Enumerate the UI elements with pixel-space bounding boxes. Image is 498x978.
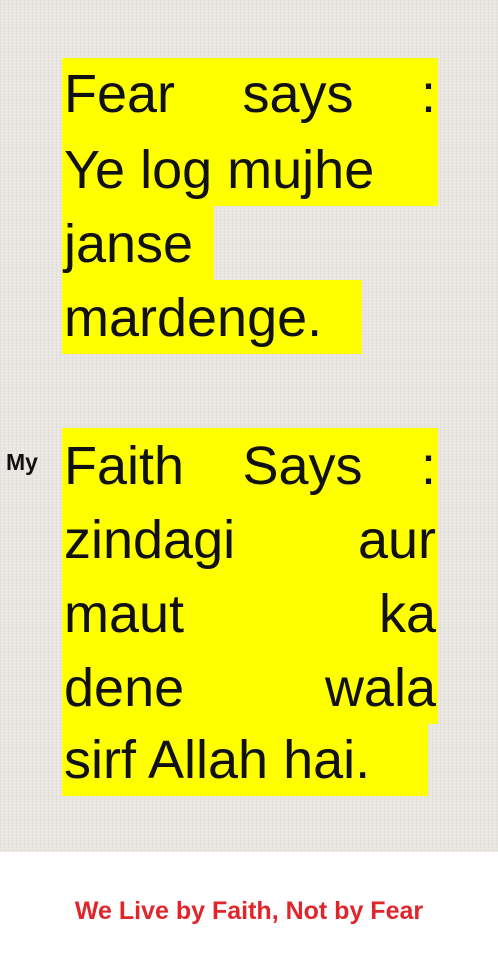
fear-line-4: mardenge. bbox=[64, 288, 323, 348]
says-word: says bbox=[242, 64, 354, 124]
maut-word: maut bbox=[64, 584, 185, 644]
colon: : bbox=[420, 64, 436, 124]
ka-word: ka bbox=[378, 584, 436, 644]
zindagi-word: zindagi bbox=[64, 510, 236, 570]
caption-text: We Live by Faith, Not by Fear bbox=[74, 897, 424, 925]
colon: : bbox=[420, 436, 436, 496]
faith-word: Faith bbox=[64, 436, 185, 496]
faith-line-2: zindagi aur bbox=[64, 506, 436, 574]
faith-line-1: Faith Says : bbox=[64, 432, 436, 500]
says-word: Says bbox=[242, 436, 363, 496]
wala-word: wala bbox=[324, 658, 436, 718]
faith-line-4: dene wala bbox=[64, 654, 436, 722]
faith-line-5: sirf Allah hai. bbox=[64, 730, 371, 790]
fear-line-3: janse bbox=[64, 214, 194, 274]
caption-bar: We Live by Faith, Not by Fear bbox=[0, 852, 498, 978]
fear-line-2: Ye log mujhe bbox=[64, 140, 375, 200]
dene-word: dene bbox=[64, 658, 185, 718]
aur-word: aur bbox=[357, 510, 436, 570]
fear-line-1: Fear says : bbox=[64, 60, 436, 128]
fear-word: Fear bbox=[64, 64, 176, 124]
quote-image: Fear says : Ye log mujhe janse mardenge.… bbox=[0, 0, 498, 852]
my-label: My bbox=[6, 449, 38, 475]
faith-line-3: maut ka bbox=[64, 580, 436, 648]
